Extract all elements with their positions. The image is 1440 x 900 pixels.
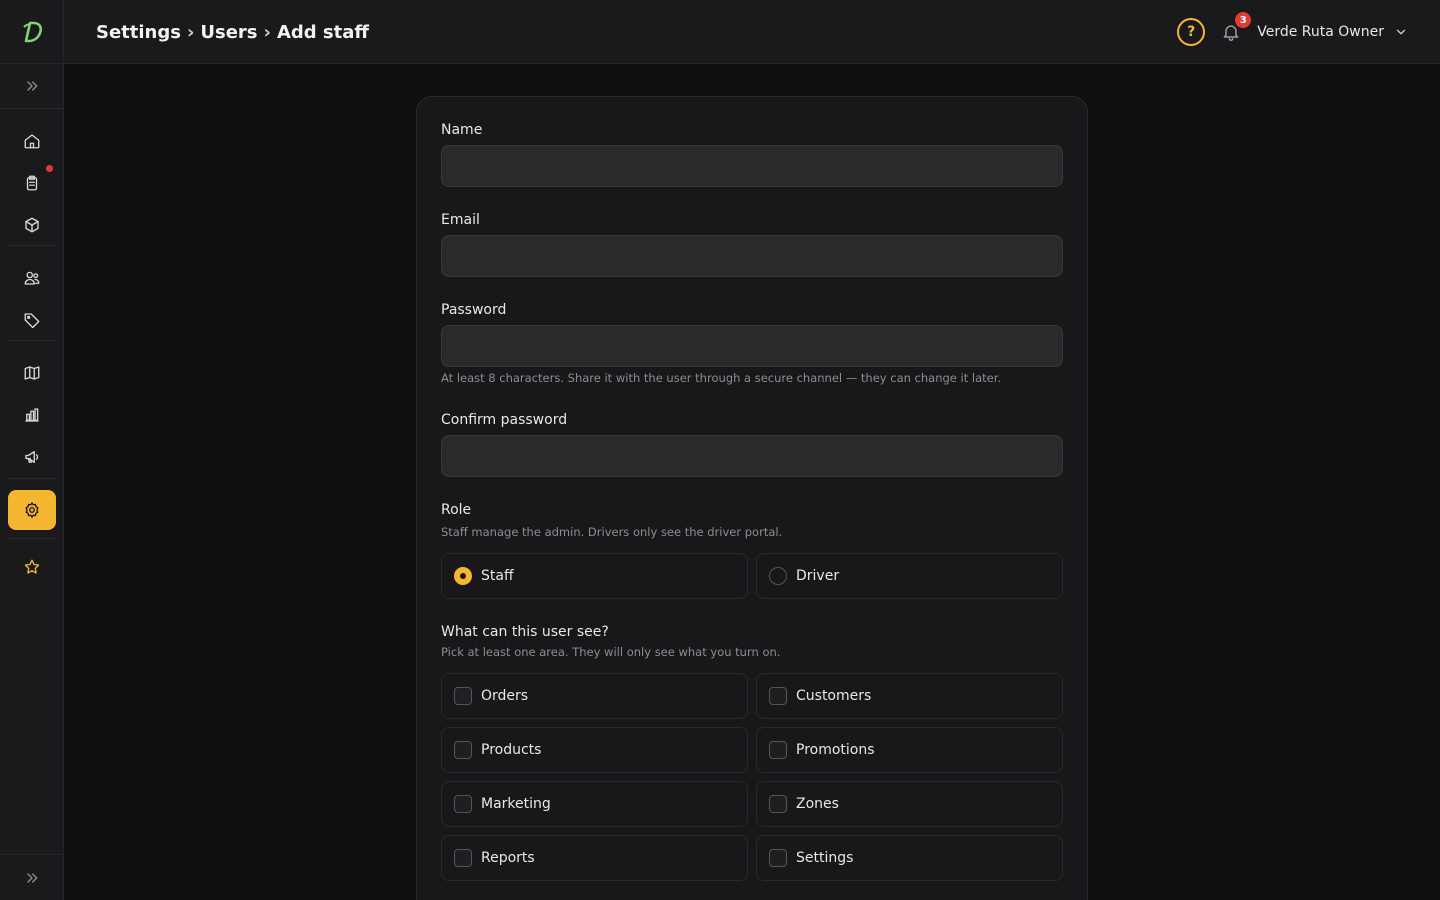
- area-option-label: Promotions: [796, 742, 875, 758]
- help-icon: ?: [1187, 24, 1196, 40]
- help-button[interactable]: ?: [1177, 18, 1206, 46]
- sidebar-divider: [0, 108, 64, 109]
- star-icon: [24, 559, 40, 574]
- tag-icon: [24, 313, 40, 329]
- sidebar-divider: [8, 478, 56, 479]
- email-input[interactable]: [441, 235, 1063, 277]
- area-option-settings[interactable]: Settings: [756, 835, 1063, 881]
- sidebar-item-home[interactable]: [8, 121, 56, 161]
- role-option-label: Driver: [796, 568, 840, 584]
- box-icon: [25, 217, 39, 233]
- confirm-password-label: Confirm password: [441, 412, 568, 428]
- area-option-customers[interactable]: Customers: [756, 673, 1063, 719]
- area-option-label: Zones: [796, 796, 839, 812]
- role-option-label: Staff: [481, 568, 514, 584]
- role-hint: Staff manage the admin. Drivers only see…: [441, 525, 783, 539]
- area-option-reports[interactable]: Reports: [441, 835, 748, 881]
- area-option-label: Marketing: [481, 796, 551, 812]
- notifications-button[interactable]: 3: [1219, 12, 1252, 44]
- sidebar-item-zones[interactable]: [8, 353, 56, 393]
- area-option-label: Settings: [796, 850, 854, 866]
- clipboard-icon: [26, 175, 38, 191]
- breadcrumb: Settings › Users › Add staff: [96, 0, 369, 64]
- collapse-sidebar-button[interactable]: [0, 854, 64, 900]
- map-icon: [24, 366, 40, 380]
- top-right-controls: ? 3 Verde Ruta Owner: [1177, 0, 1408, 64]
- sidebar-divider: [8, 340, 56, 341]
- settings-checkbox[interactable]: [769, 849, 787, 867]
- expand-sidebar-button[interactable]: [8, 66, 56, 106]
- area-option-marketing[interactable]: Marketing: [441, 781, 748, 827]
- area-option-label: Reports: [481, 850, 535, 866]
- area-option-promotions[interactable]: Promotions: [756, 727, 1063, 773]
- sidebar-divider: [8, 538, 56, 539]
- driver-radio[interactable]: [769, 567, 787, 585]
- orders-alert-dot: [46, 165, 53, 172]
- chevron-down-icon: [1396, 29, 1406, 35]
- role-option-driver[interactable]: Driver: [756, 553, 1063, 599]
- breadcrumb-separator: ›: [263, 21, 271, 43]
- area-option-orders[interactable]: Orders: [441, 673, 748, 719]
- password-input[interactable]: [441, 325, 1063, 367]
- name-label: Name: [441, 122, 483, 138]
- email-label: Email: [441, 212, 480, 228]
- brand-logo[interactable]: [18, 19, 45, 45]
- staff-radio[interactable]: [454, 567, 472, 585]
- orders-checkbox[interactable]: [454, 687, 472, 705]
- top-bar: Settings › Users › Add staff ? 3 Verde R…: [0, 0, 1440, 64]
- sidebar-item-reports[interactable]: [8, 395, 56, 435]
- confirm-password-input[interactable]: [441, 435, 1063, 477]
- sidebar-item-customers[interactable]: [8, 258, 56, 298]
- users-icon: [24, 271, 40, 285]
- sidebar-item-settings[interactable]: [8, 490, 56, 530]
- user-menu[interactable]: Verde Ruta Owner: [1257, 24, 1408, 40]
- breadcrumb-separator: ›: [186, 21, 195, 43]
- bar-chart-icon: [25, 408, 39, 422]
- breadcrumb-settings[interactable]: Settings: [96, 22, 181, 43]
- role-title: Role: [441, 502, 472, 518]
- name-input[interactable]: [441, 145, 1063, 187]
- customers-checkbox[interactable]: [769, 687, 787, 705]
- zones-checkbox[interactable]: [769, 795, 787, 813]
- sidebar-divider: [8, 245, 56, 246]
- logo-cell: [0, 0, 64, 64]
- marketing-checkbox[interactable]: [454, 795, 472, 813]
- sidebar-item-promotions[interactable]: [8, 300, 56, 340]
- chevrons-right-icon: [27, 872, 38, 883]
- notifications-badge: 3: [1235, 12, 1252, 28]
- chevrons-right-icon: [27, 81, 38, 91]
- password-label: Password: [441, 302, 507, 318]
- sidebar-item-marketing[interactable]: [8, 437, 56, 477]
- breadcrumb-users[interactable]: Users: [200, 22, 257, 43]
- role-option-staff[interactable]: Staff: [441, 553, 748, 599]
- area-option-products[interactable]: Products: [441, 727, 748, 773]
- settings-icon: [25, 502, 39, 518]
- password-hint: At least 8 characters. Share it with the…: [441, 371, 1002, 385]
- areas-hint: Pick at least one area. They will only s…: [441, 645, 781, 659]
- megaphone-icon: [25, 451, 39, 463]
- areas-title: What can this user see?: [441, 624, 609, 640]
- user-name: Verde Ruta Owner: [1257, 24, 1384, 40]
- reports-checkbox[interactable]: [454, 849, 472, 867]
- add-staff-form-card: Name Email Password At least 8 character…: [416, 96, 1088, 900]
- area-option-label: Orders: [481, 688, 529, 704]
- promotions-checkbox[interactable]: [769, 741, 787, 759]
- sidebar-item-products[interactable]: [8, 205, 56, 245]
- area-option-label: Customers: [796, 688, 872, 704]
- products-checkbox[interactable]: [454, 741, 472, 759]
- breadcrumb-add-staff: Add staff: [276, 21, 369, 43]
- area-option-label: Products: [481, 742, 542, 758]
- area-option-zones[interactable]: Zones: [756, 781, 1063, 827]
- sidebar: [0, 64, 64, 900]
- sidebar-item-favorites[interactable]: [8, 547, 56, 587]
- home-icon: [24, 134, 40, 149]
